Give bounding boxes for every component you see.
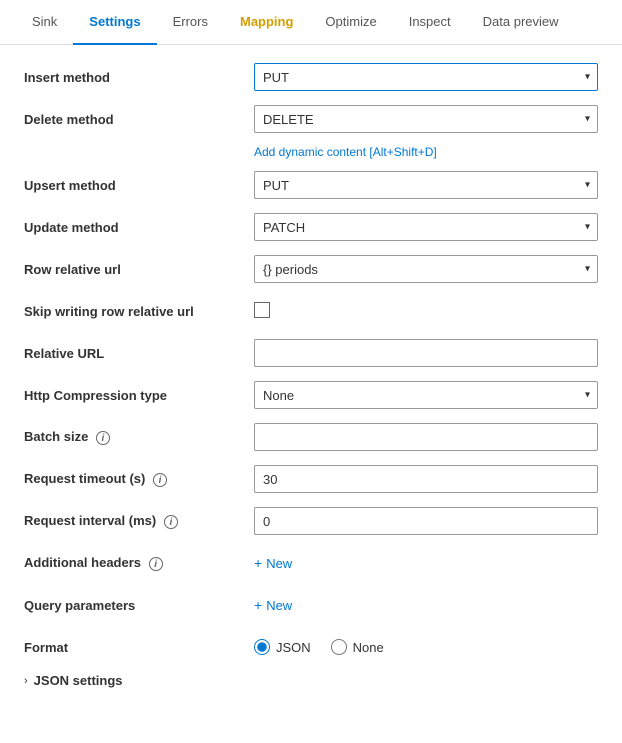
query-parameters-row: Query parameters + New bbox=[24, 589, 598, 621]
format-control: JSON None bbox=[254, 639, 598, 655]
relative-url-control bbox=[254, 339, 598, 367]
tab-optimize[interactable]: Optimize bbox=[309, 0, 392, 45]
update-method-select-wrapper: PATCH PUT POST DELETE ▾ bbox=[254, 213, 598, 241]
format-row: Format JSON None bbox=[24, 631, 598, 663]
request-interval-info-icon: i bbox=[164, 515, 178, 529]
insert-method-select-wrapper: PUT POST PATCH DELETE ▾ bbox=[254, 63, 598, 91]
delete-method-control: DELETE PUT POST PATCH ▾ bbox=[254, 105, 598, 133]
relative-url-row: Relative URL bbox=[24, 337, 598, 369]
row-relative-url-select[interactable]: {} periods bbox=[254, 255, 598, 283]
skip-writing-label: Skip writing row relative url bbox=[24, 304, 254, 319]
batch-size-control bbox=[254, 423, 598, 451]
row-relative-url-select-wrapper: {} periods ▾ bbox=[254, 255, 598, 283]
request-timeout-row: Request timeout (s) i bbox=[24, 463, 598, 495]
row-relative-url-control: {} periods ▾ bbox=[254, 255, 598, 283]
tab-sink[interactable]: Sink bbox=[16, 0, 73, 45]
format-json-option[interactable]: JSON bbox=[254, 639, 311, 655]
upsert-method-control: PUT POST PATCH DELETE ▾ bbox=[254, 171, 598, 199]
upsert-method-select[interactable]: PUT POST PATCH DELETE bbox=[254, 171, 598, 199]
tab-errors[interactable]: Errors bbox=[157, 0, 224, 45]
tab-data-preview[interactable]: Data preview bbox=[467, 0, 575, 45]
batch-size-info-icon: i bbox=[96, 431, 110, 445]
format-none-radio[interactable] bbox=[331, 639, 347, 655]
insert-method-select[interactable]: PUT POST PATCH DELETE bbox=[254, 63, 598, 91]
json-settings-row[interactable]: › JSON settings bbox=[24, 673, 598, 688]
skip-writing-row: Skip writing row relative url bbox=[24, 295, 598, 327]
format-radio-group: JSON None bbox=[254, 639, 598, 655]
request-timeout-info-icon: i bbox=[153, 473, 167, 487]
request-timeout-input[interactable] bbox=[254, 465, 598, 493]
json-settings-chevron-icon: › bbox=[24, 675, 28, 687]
upsert-method-row: Upsert method PUT POST PATCH DELETE ▾ bbox=[24, 169, 598, 201]
query-parameters-control: + New bbox=[254, 597, 598, 613]
http-compression-control: None GZip Deflate ▾ bbox=[254, 381, 598, 409]
json-settings-label: JSON settings bbox=[34, 673, 123, 688]
additional-headers-plus-icon: + bbox=[254, 555, 262, 571]
http-compression-select-wrapper: None GZip Deflate ▾ bbox=[254, 381, 598, 409]
format-label: Format bbox=[24, 640, 254, 655]
tab-inspect[interactable]: Inspect bbox=[393, 0, 467, 45]
insert-method-row: Insert method PUT POST PATCH DELETE ▾ bbox=[24, 61, 598, 93]
additional-headers-new-button[interactable]: + New bbox=[254, 555, 292, 571]
format-none-option[interactable]: None bbox=[331, 639, 384, 655]
batch-size-label: Batch size i bbox=[24, 429, 254, 446]
request-timeout-label: Request timeout (s) i bbox=[24, 471, 254, 488]
query-parameters-new-button[interactable]: + New bbox=[254, 597, 292, 613]
tab-settings[interactable]: Settings bbox=[73, 0, 156, 45]
tab-bar: Sink Settings Errors Mapping Optimize In… bbox=[0, 0, 622, 45]
request-interval-input[interactable] bbox=[254, 507, 598, 535]
format-json-label: JSON bbox=[276, 640, 311, 655]
batch-size-row: Batch size i bbox=[24, 421, 598, 453]
request-interval-control bbox=[254, 507, 598, 535]
insert-method-control: PUT POST PATCH DELETE ▾ bbox=[254, 63, 598, 91]
delete-method-row: Delete method DELETE PUT POST PATCH ▾ bbox=[24, 103, 598, 135]
delete-method-select-wrapper: DELETE PUT POST PATCH ▾ bbox=[254, 105, 598, 133]
delete-method-label: Delete method bbox=[24, 112, 254, 127]
update-method-select[interactable]: PATCH PUT POST DELETE bbox=[254, 213, 598, 241]
additional-headers-info-icon: i bbox=[149, 557, 163, 571]
request-interval-label: Request interval (ms) i bbox=[24, 513, 254, 530]
update-method-row: Update method PATCH PUT POST DELETE ▾ bbox=[24, 211, 598, 243]
http-compression-label: Http Compression type bbox=[24, 388, 254, 403]
row-relative-url-row: Row relative url {} periods ▾ bbox=[24, 253, 598, 285]
tab-mapping[interactable]: Mapping bbox=[224, 0, 309, 45]
query-parameters-plus-icon: + bbox=[254, 597, 262, 613]
upsert-method-select-wrapper: PUT POST PATCH DELETE ▾ bbox=[254, 171, 598, 199]
request-timeout-control bbox=[254, 465, 598, 493]
update-method-label: Update method bbox=[24, 220, 254, 235]
additional-headers-row: Additional headers i + New bbox=[24, 547, 598, 579]
delete-method-select[interactable]: DELETE PUT POST PATCH bbox=[254, 105, 598, 133]
query-parameters-label: Query parameters bbox=[24, 598, 254, 613]
batch-size-input[interactable] bbox=[254, 423, 598, 451]
skip-writing-checkbox[interactable] bbox=[254, 302, 270, 318]
additional-headers-control: + New bbox=[254, 555, 598, 571]
request-interval-row: Request interval (ms) i bbox=[24, 505, 598, 537]
upsert-method-label: Upsert method bbox=[24, 178, 254, 193]
relative-url-label: Relative URL bbox=[24, 346, 254, 361]
row-relative-url-label: Row relative url bbox=[24, 262, 254, 277]
insert-method-label: Insert method bbox=[24, 70, 254, 85]
update-method-control: PATCH PUT POST DELETE ▾ bbox=[254, 213, 598, 241]
additional-headers-label: Additional headers i bbox=[24, 555, 254, 572]
settings-content: Insert method PUT POST PATCH DELETE ▾ De… bbox=[0, 45, 622, 704]
relative-url-input[interactable] bbox=[254, 339, 598, 367]
http-compression-row: Http Compression type None GZip Deflate … bbox=[24, 379, 598, 411]
skip-writing-control bbox=[254, 302, 598, 321]
format-json-radio[interactable] bbox=[254, 639, 270, 655]
dynamic-content-row: Add dynamic content [Alt+Shift+D] bbox=[24, 145, 598, 159]
http-compression-select[interactable]: None GZip Deflate bbox=[254, 381, 598, 409]
dynamic-content-link[interactable]: Add dynamic content [Alt+Shift+D] bbox=[254, 145, 437, 159]
format-none-label: None bbox=[353, 640, 384, 655]
